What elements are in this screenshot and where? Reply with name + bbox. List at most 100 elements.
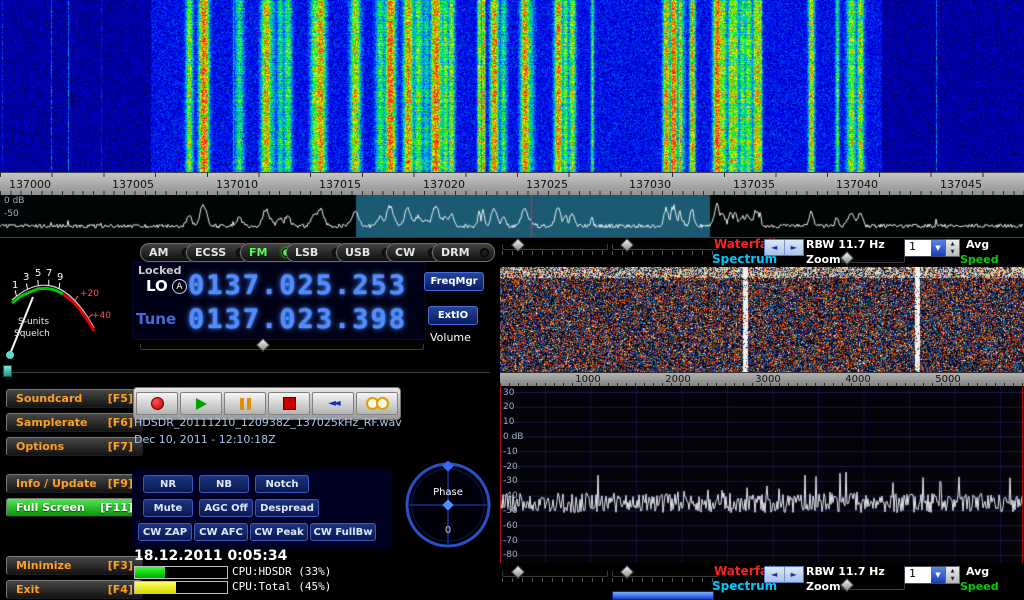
rewind-button[interactable]: ◄◄ [312,392,354,415]
loop-icon [366,397,389,410]
freq-tick-label: 137015 [309,178,371,191]
arrow-up-icon[interactable]: ▲ [946,240,959,248]
shift-spinner-bottom[interactable]: ◄► [764,566,804,583]
dsp-button-agc[interactable]: AGC Off [199,499,253,517]
arrow-down-icon[interactable]: ▼ [946,575,959,583]
freq-tick-label: 137040 [826,178,888,191]
dsp-button-nr[interactable]: NR [143,475,193,493]
phase-label: Phase [433,487,463,498]
menu-button-exit[interactable]: Exit[F4] [6,580,143,599]
extio-button[interactable]: ExtIO [428,306,478,325]
cpu-hdsdr-bar [134,566,228,579]
dsp-button-notch[interactable]: Notch [255,475,309,493]
rf-waterfall[interactable] [0,0,1024,172]
slider-ticks [502,578,606,582]
slider-ticks [612,578,716,582]
arrow-left-icon[interactable]: ◄ [765,240,784,255]
speed-label-top: Speed [960,253,999,266]
squelch-label: Squelch [14,329,50,339]
avg-spinner-bottom[interactable]: ▲▼ [945,566,960,584]
avg-select-bottom[interactable]: 1 ▼ [904,566,946,584]
af-db-tick: 30 [503,388,514,398]
lo-label: LO [146,277,168,295]
dsp-button-despread[interactable]: Despread [255,499,319,517]
dsp-button-cw-peak[interactable]: CW Peak [250,523,308,541]
smeter-tick-3: 3 [23,272,29,283]
dsp-button-cw-fullbw[interactable]: CW FullBw [310,523,376,541]
recording-date: Dec 10, 2011 - 12:10:18Z [134,433,276,446]
af-waterfall[interactable] [500,267,1024,372]
rf-frequency-scale[interactable]: 137000 137005 137010 137015 137020 13702… [0,172,1024,197]
mode-button-drm[interactable]: DRM [432,243,495,262]
arrow-up-icon[interactable]: ▲ [946,567,959,575]
record-icon [151,397,164,410]
play-icon [196,398,207,410]
af-db-tick: -60 [503,521,518,531]
rf-db-label-top: 0 dB [4,196,24,206]
smeter-needle-pivot [6,351,14,359]
hdsdr-window: 137000 137005 137010 137015 137020 13702… [0,0,1024,600]
af-db-tick: -70 [503,536,518,546]
phase-value: 0 [445,525,451,536]
rf-db-label-mid: -50 [4,209,19,219]
s-meter: 1 3 5 7 9 +20 +40 S-units Squelch [2,240,132,370]
chevron-down-icon[interactable]: ▼ [931,240,945,256]
arrow-down-icon[interactable]: ▼ [946,248,959,256]
chevron-down-icon[interactable]: ▼ [931,567,945,583]
play-button[interactable] [180,392,222,415]
menu-button-info-update[interactable]: Info / Update[F9] [6,474,143,493]
speed-label-bottom: Speed [960,580,999,593]
cpu-hdsdr-label: CPU:HDSDR (33%) [232,566,331,578]
avg-label-top: Avg [966,238,989,251]
menu-button-fullscreen[interactable]: Full Screen[F11] [6,498,143,517]
smeter-tick-1: 1 [12,280,18,291]
tune-frequency-display[interactable]: 0137.023.398 [188,305,407,335]
stop-icon [283,397,296,410]
arrow-left-icon[interactable]: ◄ [765,567,784,582]
af-db-tick: -50 [503,506,518,516]
menu-button-minimize[interactable]: Minimize[F3] [6,556,143,575]
af-db-tick: 20 [503,402,514,412]
zoom-level-bar[interactable] [612,591,714,600]
freq-tick-label: 137045 [930,178,992,191]
cpu-total-bar [134,581,228,594]
avg-spinner-top[interactable]: ▲▼ [945,239,960,257]
freqmgr-button[interactable]: FreqMgr [424,272,484,291]
loop-button[interactable] [356,392,398,415]
rf-spectrum[interactable] [0,195,1024,237]
dsp-button-mute[interactable]: Mute [143,499,193,517]
avg-select-top[interactable]: 1 ▼ [904,239,946,257]
squelch-slider[interactable] [2,368,490,373]
af-db-tick: 0 dB [503,432,523,442]
arrow-right-icon[interactable]: ► [784,240,804,255]
menu-button-samplerate[interactable]: Samplerate[F6] [6,413,143,432]
dsp-button-cw-afc[interactable]: CW AFC [194,523,248,541]
rbw-value-bottom: RBW 11.7 Hz [806,565,885,578]
lo-lock-badge[interactable]: A [172,279,187,294]
freq-tick-label: 137020 [413,178,475,191]
shift-spinner-top[interactable]: ◄► [764,239,804,256]
cpu-total-label: CPU:Total (45%) [232,581,331,593]
af-spectrum[interactable] [500,386,1024,563]
stop-button[interactable] [268,392,310,415]
menu-button-options[interactable]: Options[F7] [6,437,143,456]
dsp-button-nb[interactable]: NB [199,475,249,493]
cpu-hdsdr-bar-fill [135,567,165,578]
zoom-label-top: Zoom [806,253,841,266]
af-db-tick: -10 [503,447,518,457]
dsp-button-cw-zap[interactable]: CW ZAP [138,523,192,541]
volume-label: Volume [430,331,471,344]
mode-led [480,248,489,257]
af-db-tick: -80 [503,550,518,560]
slider-ticks [502,251,606,255]
menu-button-soundcard[interactable]: Soundcard[F5] [6,389,143,408]
lo-frequency-display[interactable]: 0137.025.253 [188,271,407,301]
record-button[interactable] [136,392,178,415]
arrow-right-icon[interactable]: ► [784,567,804,582]
volume-slider[interactable] [140,343,424,350]
squelch-slider-thumb[interactable] [3,365,12,377]
rbw-value-top: RBW 11.7 Hz [806,238,885,251]
pause-button[interactable] [224,392,266,415]
freq-tick-label: 137005 [102,178,164,191]
af-db-tick: 10 [503,417,514,427]
